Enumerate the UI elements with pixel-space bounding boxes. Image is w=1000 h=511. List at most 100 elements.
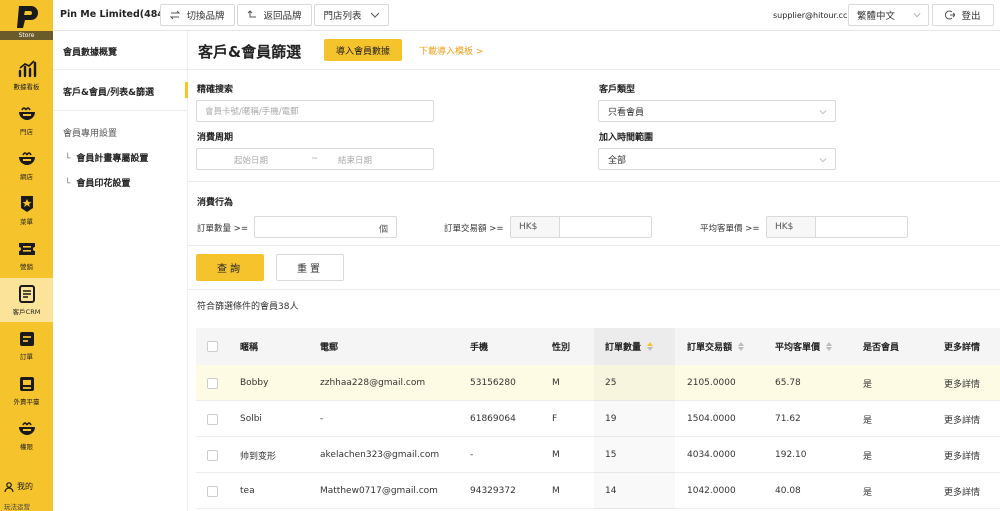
submenu-member-filter[interactable]: 客戶&會員/列表&篩選: [63, 85, 154, 98]
menu-badge-icon: [20, 196, 33, 212]
cell-nickname: Bobby: [240, 378, 269, 388]
checkbox-box: [207, 449, 218, 461]
row-checkbox[interactable]: [207, 401, 218, 437]
cell-order-count: 15: [594, 437, 675, 473]
nav-me[interactable]: 我的: [4, 481, 33, 492]
col-order-count[interactable]: 訂單數量: [594, 328, 675, 365]
exact-search-input[interactable]: 會員卡號/暱稱/手機/電郵: [196, 100, 434, 122]
period-label: 消費周期: [197, 133, 234, 143]
nav-label: 訂單: [20, 353, 33, 361]
brand-logo[interactable]: Store: [0, 0, 53, 40]
cell-email: -: [320, 414, 324, 424]
row-checkbox[interactable]: [207, 473, 218, 509]
cell-nickname: 帅到变形: [240, 451, 277, 462]
table-row[interactable]: Solbi - 61869064 F 19 1504.0000 71.62 是 …: [196, 401, 1000, 437]
cell-phone: -: [470, 450, 474, 460]
checkbox-box: [207, 377, 218, 389]
col-more: 更多詳情: [944, 343, 981, 353]
order-amount-input[interactable]: HK$: [510, 216, 652, 238]
submenu-plan-settings[interactable]: └ 會員計畫專屬設置: [65, 151, 148, 164]
nav-label: 外賣平臺: [13, 398, 40, 406]
cell-email: zzhhaa228@gmail.com: [320, 378, 426, 388]
download-template-link[interactable]: 下載導入模板 >: [419, 44, 483, 57]
nav-label: 網店: [20, 173, 33, 181]
nav-item-online-shop[interactable]: 網店: [0, 143, 53, 187]
sort-icon: [647, 342, 654, 351]
logout-button[interactable]: 登出: [932, 4, 994, 26]
col-avg-price-label: 平均客單價: [775, 343, 821, 353]
submenu-divider: [53, 69, 188, 70]
table-row[interactable]: Bobby zzhhaa228@gmail.com 53156280 M 25 …: [196, 365, 1000, 401]
more-details-link[interactable]: 更多詳情: [944, 365, 980, 401]
customer-type-select[interactable]: 只看會員: [598, 100, 836, 122]
table-header: 暱稱 電郵 手機 性別 訂單數量 訂單交易額 平均客單價 是否會員 更多詳情: [196, 328, 1000, 365]
row-checkbox[interactable]: [207, 437, 218, 473]
back-brand-label: 返回品牌: [263, 11, 302, 22]
cell-gender: M: [552, 486, 560, 496]
join-range-select[interactable]: 全部: [598, 148, 836, 170]
nav-item-crm[interactable]: 客戶CRM: [0, 278, 53, 322]
more-details-link[interactable]: 更多詳情: [944, 401, 980, 437]
nav-item-dashboard[interactable]: 數據看板: [0, 53, 53, 97]
import-members-button[interactable]: 導入會員數據: [324, 39, 402, 61]
chart-icon: [18, 60, 36, 78]
join-range-value: 全部: [608, 155, 627, 166]
order-icon: [19, 332, 34, 346]
avg-price-input[interactable]: HK$: [766, 216, 908, 238]
col-order-amount-label: 訂單交易額: [687, 343, 733, 353]
nav-item-permission[interactable]: 權限: [0, 413, 53, 457]
cell-order-count: 14: [594, 473, 675, 509]
cell-phone: 61869064: [470, 414, 516, 424]
user-icon: [4, 481, 14, 492]
main-content: 客戶&會員篩選 導入會員數據 下載導入模板 > 精確搜索 會員卡號/暱稱/手機/…: [188, 31, 1000, 511]
order-count-unit: 個: [378, 225, 388, 235]
switch-brand-label: 切換品牌: [186, 11, 225, 22]
nav-label: 數據看板: [13, 83, 40, 91]
select-all-checkbox[interactable]: [207, 328, 218, 365]
row-checkbox[interactable]: [207, 365, 218, 401]
more-details-link[interactable]: 更多詳情: [944, 473, 980, 509]
return-icon: [248, 10, 257, 18]
submenu-member-settings[interactable]: 會員專用設置: [63, 126, 117, 139]
user-email: supplier@hitour.cc: [773, 11, 848, 20]
cell-order-count: 19: [594, 401, 675, 437]
col-avg-price[interactable]: 平均客單價: [775, 328, 833, 365]
nav-item-menu[interactable]: 菜單: [0, 188, 53, 232]
col-nickname: 暱稱: [240, 343, 259, 353]
behavior-label: 消費行為: [197, 198, 234, 208]
period-end[interactable]: 結束日期: [338, 154, 372, 166]
switch-brand-button[interactable]: 切換品牌: [160, 4, 235, 26]
col-gender: 性別: [552, 343, 571, 353]
cell-avg-price: 192.10: [775, 450, 807, 460]
delivery-platform-icon: [19, 377, 34, 391]
store-list-label: 門店列表: [323, 11, 362, 22]
back-brand-button[interactable]: 返回品牌: [237, 4, 312, 26]
language-select[interactable]: 繁體中文: [848, 4, 929, 26]
submenu-overview[interactable]: 會員數據概覽: [63, 45, 117, 58]
col-order-amount[interactable]: 訂單交易額: [687, 328, 745, 365]
nav-item-store[interactable]: 門店: [0, 98, 53, 142]
store-list-dropdown[interactable]: 門店列表: [314, 4, 389, 26]
period-start[interactable]: 起始日期: [234, 154, 268, 166]
section-divider: [188, 181, 1000, 182]
nav-item-orders[interactable]: 訂單: [0, 323, 53, 367]
order-count-label: 訂單數量 >=: [197, 224, 248, 234]
order-count-input[interactable]: 個: [254, 216, 397, 238]
period-range-picker[interactable]: 起始日期 ~ 結束日期: [196, 148, 434, 170]
checkbox-box: [207, 485, 218, 497]
more-details-link[interactable]: 更多詳情: [944, 437, 980, 473]
exact-search-label: 精確搜索: [197, 85, 234, 95]
logo-tag: Store: [0, 31, 53, 40]
cell-nickname: tea: [240, 486, 255, 496]
submenu-stamp-settings[interactable]: └ 會員印花設置: [65, 176, 130, 189]
nav-item-delivery[interactable]: 外賣平臺: [0, 368, 53, 412]
table-row[interactable]: tea Matthew0717@gmail.com 94329372 M 14 …: [196, 473, 1000, 509]
table-row[interactable]: 帅到变形 akelachen323@gmail.com - M 15 4034.…: [196, 437, 1000, 473]
nav-bottom-label[interactable]: 玩法运营: [4, 501, 30, 511]
language-value: 繁體中文: [857, 11, 896, 22]
logout-label: 登出: [961, 11, 981, 22]
nav-item-marketing[interactable]: 營銷: [0, 233, 53, 277]
result-count: 符合篩選條件的會員38人: [197, 302, 299, 312]
reset-button[interactable]: 重置: [276, 254, 344, 281]
query-button[interactable]: 查詢: [196, 254, 264, 281]
